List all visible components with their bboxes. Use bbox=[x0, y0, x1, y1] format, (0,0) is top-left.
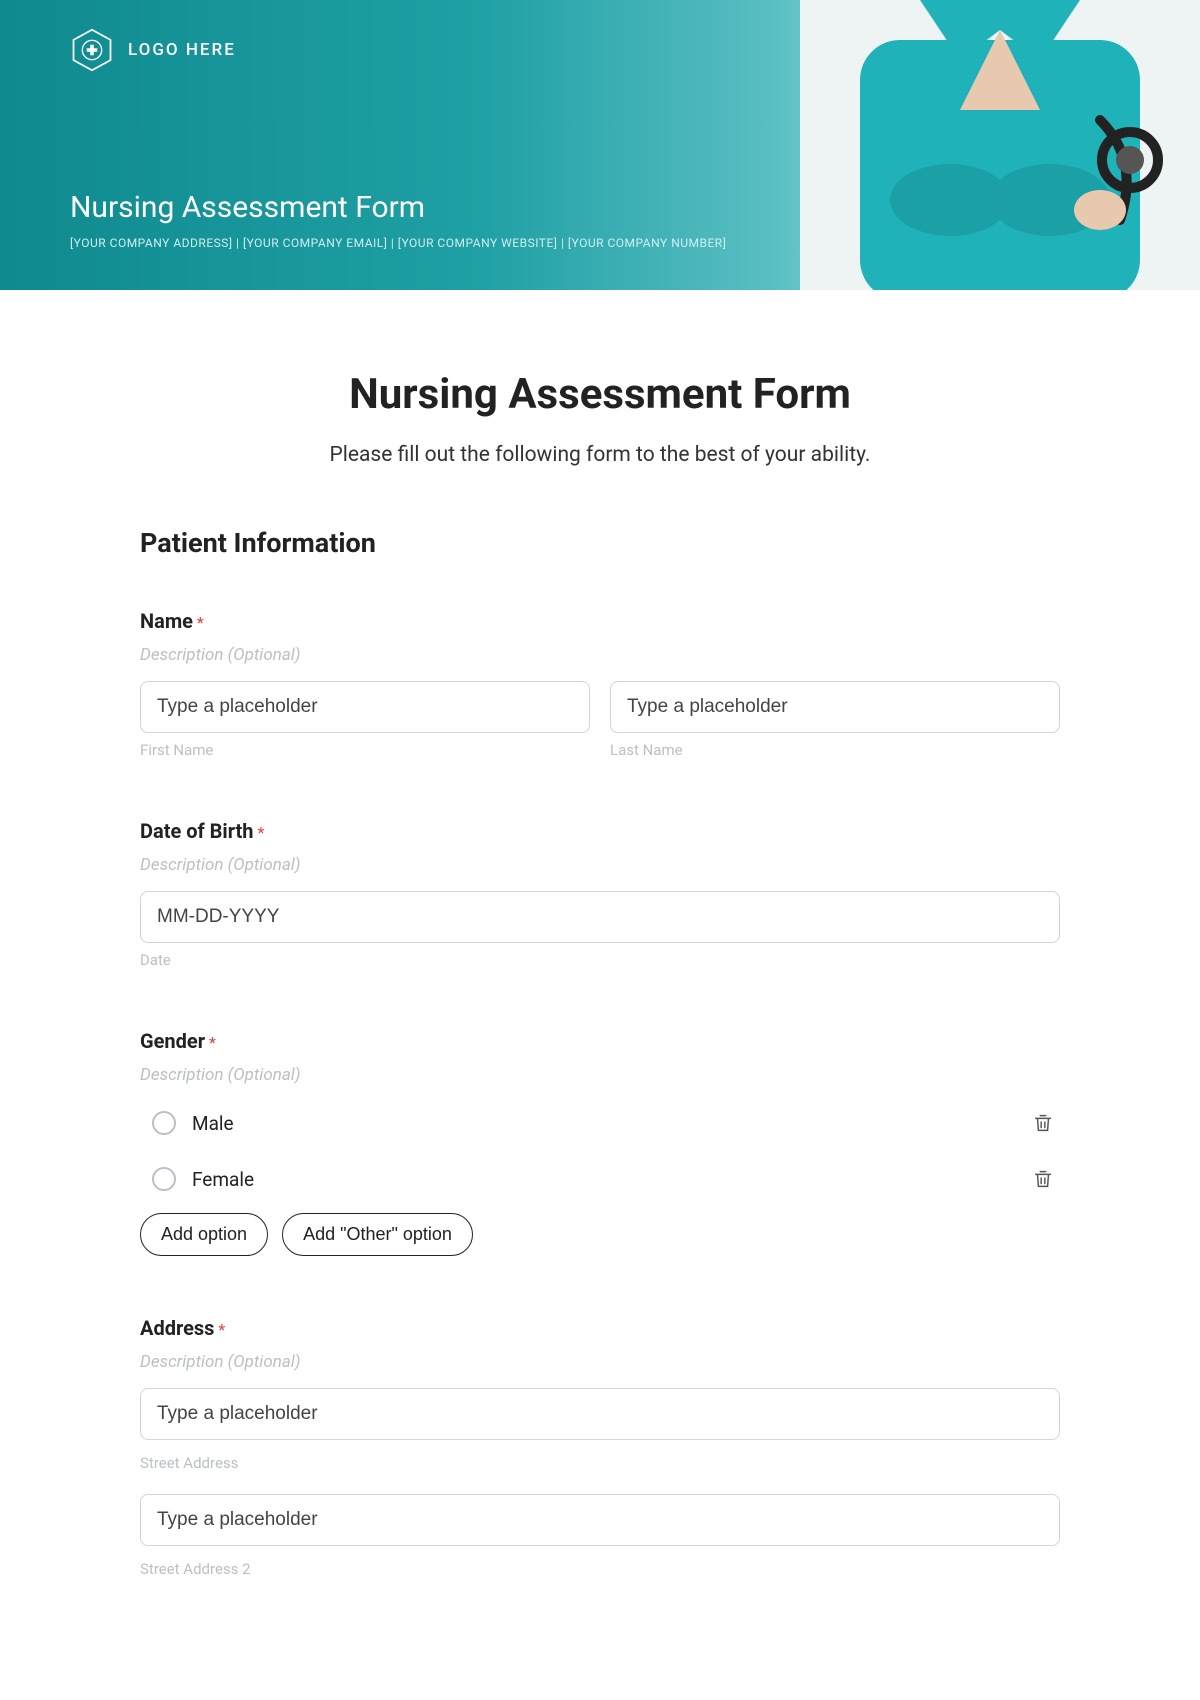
logo: LOGO HERE bbox=[70, 28, 236, 72]
dob-input[interactable] bbox=[140, 891, 1060, 943]
radio-icon[interactable] bbox=[152, 1167, 176, 1191]
dob-sublabel: Date bbox=[140, 951, 1060, 969]
add-option-button[interactable]: Add option bbox=[140, 1213, 268, 1256]
header-title: Nursing Assessment Form bbox=[70, 190, 425, 225]
required-marker: * bbox=[257, 823, 264, 842]
dob-label: Date of Birth bbox=[140, 819, 254, 843]
radio-icon[interactable] bbox=[152, 1111, 176, 1135]
medical-cross-hex-icon bbox=[70, 28, 114, 72]
nurse-image bbox=[800, 0, 1200, 290]
name-description[interactable]: Description (Optional) bbox=[140, 645, 1060, 665]
field-gender: Gender * Description (Optional) Male Fem… bbox=[140, 1029, 1060, 1256]
gender-option-female-row: Female bbox=[140, 1157, 1060, 1201]
street-address-2-sublabel: Street Address 2 bbox=[140, 1560, 1060, 1578]
add-other-option-button[interactable]: Add "Other" option bbox=[282, 1213, 473, 1256]
address-label: Address bbox=[140, 1316, 214, 1340]
field-name: Name * Description (Optional) First Name… bbox=[140, 609, 1060, 759]
gender-option-female-label[interactable]: Female bbox=[192, 1168, 254, 1191]
form-intro: Please fill out the following form to th… bbox=[140, 443, 1060, 467]
logo-text: LOGO HERE bbox=[128, 40, 236, 60]
dob-description[interactable]: Description (Optional) bbox=[140, 855, 1060, 875]
trash-icon[interactable] bbox=[1032, 1112, 1054, 1134]
field-address: Address * Description (Optional) Street … bbox=[140, 1316, 1060, 1578]
last-name-input[interactable] bbox=[610, 681, 1060, 733]
trash-icon[interactable] bbox=[1032, 1168, 1054, 1190]
form-content: Nursing Assessment Form Please fill out … bbox=[140, 290, 1060, 1618]
gender-description[interactable]: Description (Optional) bbox=[140, 1065, 1060, 1085]
header-banner: LOGO HERE Nursing Assessment Form [YOUR … bbox=[0, 0, 1200, 290]
field-dob: Date of Birth * Description (Optional) D… bbox=[140, 819, 1060, 969]
gender-option-male-label[interactable]: Male bbox=[192, 1112, 234, 1135]
street-address-sublabel: Street Address bbox=[140, 1454, 1060, 1472]
required-marker: * bbox=[197, 613, 204, 632]
header-company-info: [YOUR COMPANY ADDRESS] | [YOUR COMPANY E… bbox=[70, 236, 726, 250]
section-patient-info-heading: Patient Information bbox=[140, 527, 1060, 559]
form-title: Nursing Assessment Form bbox=[140, 370, 1060, 419]
street-address-2-input[interactable] bbox=[140, 1494, 1060, 1546]
gender-option-male-row: Male bbox=[140, 1101, 1060, 1145]
street-address-input[interactable] bbox=[140, 1388, 1060, 1440]
first-name-sublabel: First Name bbox=[140, 741, 590, 759]
required-marker: * bbox=[218, 1320, 225, 1339]
last-name-sublabel: Last Name bbox=[610, 741, 1060, 759]
name-label: Name bbox=[140, 609, 193, 633]
address-description[interactable]: Description (Optional) bbox=[140, 1352, 1060, 1372]
gender-label: Gender bbox=[140, 1029, 205, 1053]
first-name-input[interactable] bbox=[140, 681, 590, 733]
required-marker: * bbox=[209, 1033, 216, 1052]
